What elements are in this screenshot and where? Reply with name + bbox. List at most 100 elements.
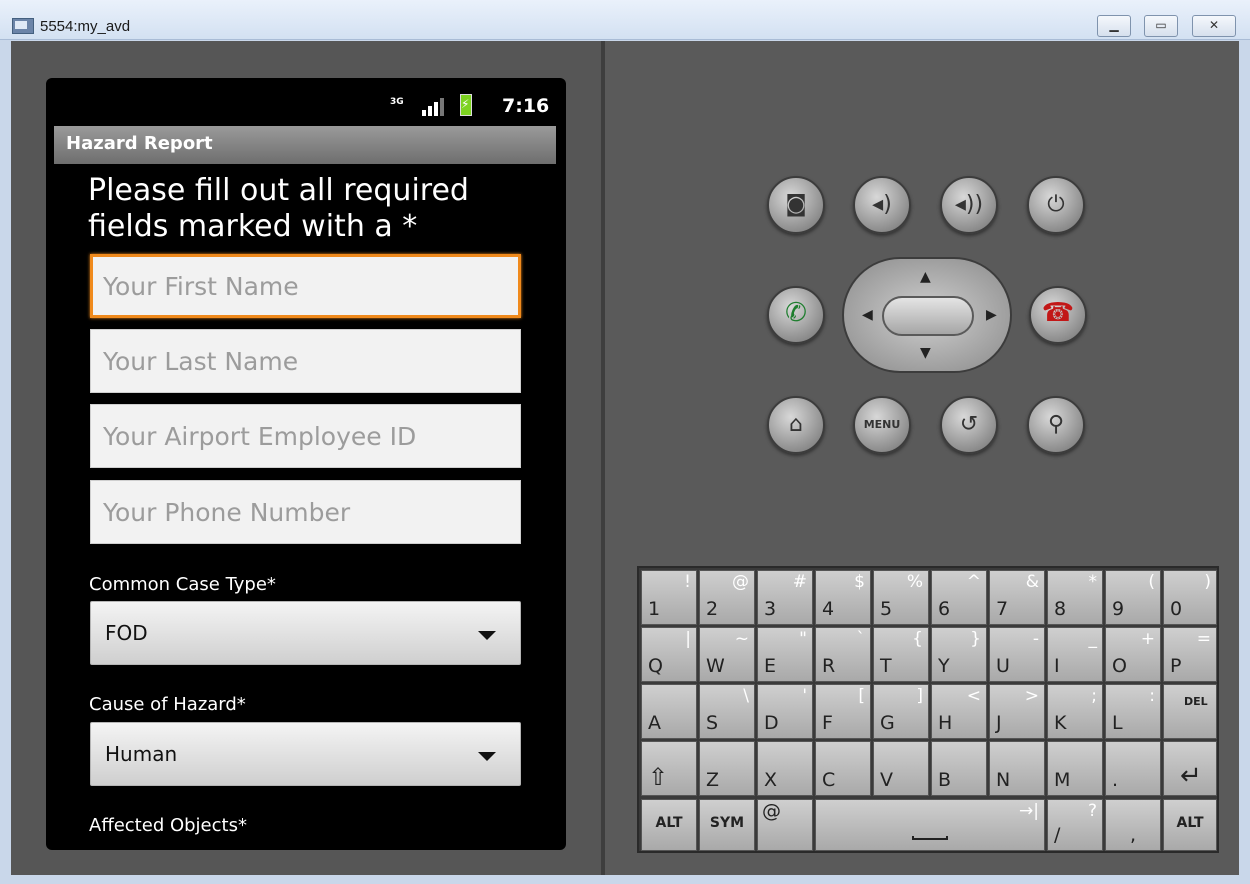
volume-up-button[interactable]: ◂)) [940, 176, 998, 234]
first-name-input[interactable]: Your First Name [90, 254, 521, 318]
key-slash-label: / [1054, 824, 1061, 846]
last-name-placeholder: Your Last Name [103, 347, 299, 376]
key-2-6[interactable]: J > [989, 684, 1045, 739]
key-2-1[interactable]: S \ [699, 684, 755, 739]
key-label: 4 [822, 598, 835, 620]
key-0-1[interactable]: 2 @ [699, 570, 755, 625]
key-3-0[interactable]: ⇧ [641, 741, 697, 796]
key-2-2[interactable]: D ' [757, 684, 813, 739]
key-0-9[interactable]: 0) [1163, 570, 1217, 625]
form-instructions: Please fill out all required fields mark… [88, 173, 469, 244]
end-call-button[interactable]: ☎ [1029, 286, 1087, 344]
menu-button[interactable]: MENU [853, 396, 911, 454]
close-button[interactable]: ✕ [1192, 15, 1236, 37]
key-1-8[interactable]: O + [1105, 627, 1161, 682]
key-label: N [996, 769, 1011, 791]
key-1-4[interactable]: T{ [873, 627, 929, 682]
dpad-center-button[interactable] [882, 296, 974, 336]
key-label: Q [648, 655, 663, 677]
key-0-2[interactable]: 3 # [757, 570, 813, 625]
key-at-label: @ [762, 800, 781, 822]
key-secondary-label: * [1088, 572, 1098, 592]
minimize-button[interactable]: ▁ [1097, 15, 1131, 37]
key-alt-left[interactable]: ALT [641, 799, 697, 851]
key-3-3[interactable]: C [815, 741, 871, 796]
key-secondary-label: - [1032, 629, 1039, 649]
key-0-5[interactable]: 6 ^ [931, 570, 987, 625]
key-2-0[interactable]: A [641, 684, 697, 739]
key-label: G [880, 712, 895, 734]
key-label: J [996, 712, 1002, 734]
key-label: R [822, 655, 836, 677]
key-label: Z [706, 769, 720, 791]
key-3-2[interactable]: X [757, 741, 813, 796]
key-secondary-label: ; [1091, 686, 1097, 706]
key-0-7[interactable]: 8 * [1047, 570, 1103, 625]
key-comma-label: , [1130, 824, 1137, 846]
key-1-6[interactable]: U- [989, 627, 1045, 682]
key-sym[interactable]: SYM [699, 799, 755, 851]
key-1-1[interactable]: W ~ [699, 627, 755, 682]
space-icon [912, 836, 948, 840]
dpad-up-icon[interactable]: ▲ [920, 269, 931, 285]
key-1-2[interactable]: E " [757, 627, 813, 682]
key-2-8[interactable]: L: [1105, 684, 1161, 739]
search-icon: ⚲ [1047, 412, 1065, 437]
dpad[interactable]: ▲ ▼ ◀ ▶ [842, 257, 1012, 373]
key-3-7[interactable]: M [1047, 741, 1103, 796]
first-name-placeholder: Your First Name [103, 272, 299, 301]
case-type-dropdown[interactable]: FOD [90, 601, 521, 665]
key-at[interactable]: @ [757, 799, 813, 851]
search-button[interactable]: ⚲ [1027, 396, 1085, 454]
key-3-8[interactable]: . [1105, 741, 1161, 796]
key-3-6[interactable]: N [989, 741, 1045, 796]
key-2-5[interactable]: H < [931, 684, 987, 739]
maximize-button[interactable]: ▭ [1144, 15, 1178, 37]
power-button[interactable]: ⏻ [1027, 176, 1085, 234]
key-3-9[interactable]: ↵ [1163, 741, 1217, 796]
home-button[interactable]: ⌂ [767, 396, 825, 454]
key-space[interactable]: →| [815, 799, 1045, 851]
key-1-3[interactable]: R ` [815, 627, 871, 682]
key-3-5[interactable]: B [931, 741, 987, 796]
key-0-0[interactable]: 1! [641, 570, 697, 625]
dropdown-arrow-icon [478, 631, 496, 640]
key-3-4[interactable]: V [873, 741, 929, 796]
key-1-5[interactable]: Y} [931, 627, 987, 682]
window-title: 5554:my_avd [40, 18, 131, 35]
key-0-6[interactable]: 7 & [989, 570, 1045, 625]
key-label: C [822, 769, 836, 791]
dpad-down-icon[interactable]: ▼ [920, 345, 931, 361]
key-alt-right[interactable]: ALT [1163, 799, 1217, 851]
phone-number-input[interactable]: Your Phone Number [90, 480, 521, 544]
key-2-9[interactable]: DEL [1163, 684, 1217, 739]
employee-id-input[interactable]: Your Airport Employee ID [90, 404, 521, 468]
hardware-keyboard: ALT SYM @ →| / ? , ALT 1! 2 @3 #4 $5% 6 ^ 7 & 8 * 9… [637, 566, 1219, 853]
key-2-4[interactable]: G] [873, 684, 929, 739]
key-secondary-label: + [1140, 629, 1155, 649]
key-label: T [880, 655, 892, 677]
key-secondary-label: : [1149, 686, 1155, 706]
back-button[interactable]: ↺ [940, 396, 998, 454]
device-screen: 3G 7:16 Hazard Report Please fill out al… [46, 78, 566, 850]
key-0-4[interactable]: 5% [873, 570, 929, 625]
key-1-7[interactable]: I _ [1047, 627, 1103, 682]
key-label: O [1112, 655, 1127, 677]
key-comma[interactable]: , [1105, 799, 1161, 851]
dpad-left-icon[interactable]: ◀ [862, 307, 873, 323]
key-3-1[interactable]: Z [699, 741, 755, 796]
key-1-9[interactable]: P = [1163, 627, 1217, 682]
key-slash[interactable]: / ? [1047, 799, 1103, 851]
cause-dropdown[interactable]: Human [90, 722, 521, 786]
key-2-3[interactable]: F[ [815, 684, 871, 739]
camera-button[interactable]: ◙ [767, 176, 825, 234]
key-label: 5 [880, 598, 893, 620]
volume-down-button[interactable]: ◂) [853, 176, 911, 234]
key-2-7[interactable]: K; [1047, 684, 1103, 739]
call-button[interactable]: ✆ [767, 286, 825, 344]
key-1-0[interactable]: Q | [641, 627, 697, 682]
key-0-3[interactable]: 4 $ [815, 570, 871, 625]
key-0-8[interactable]: 9( [1105, 570, 1161, 625]
dpad-right-icon[interactable]: ▶ [986, 307, 997, 323]
last-name-input[interactable]: Your Last Name [90, 329, 521, 393]
